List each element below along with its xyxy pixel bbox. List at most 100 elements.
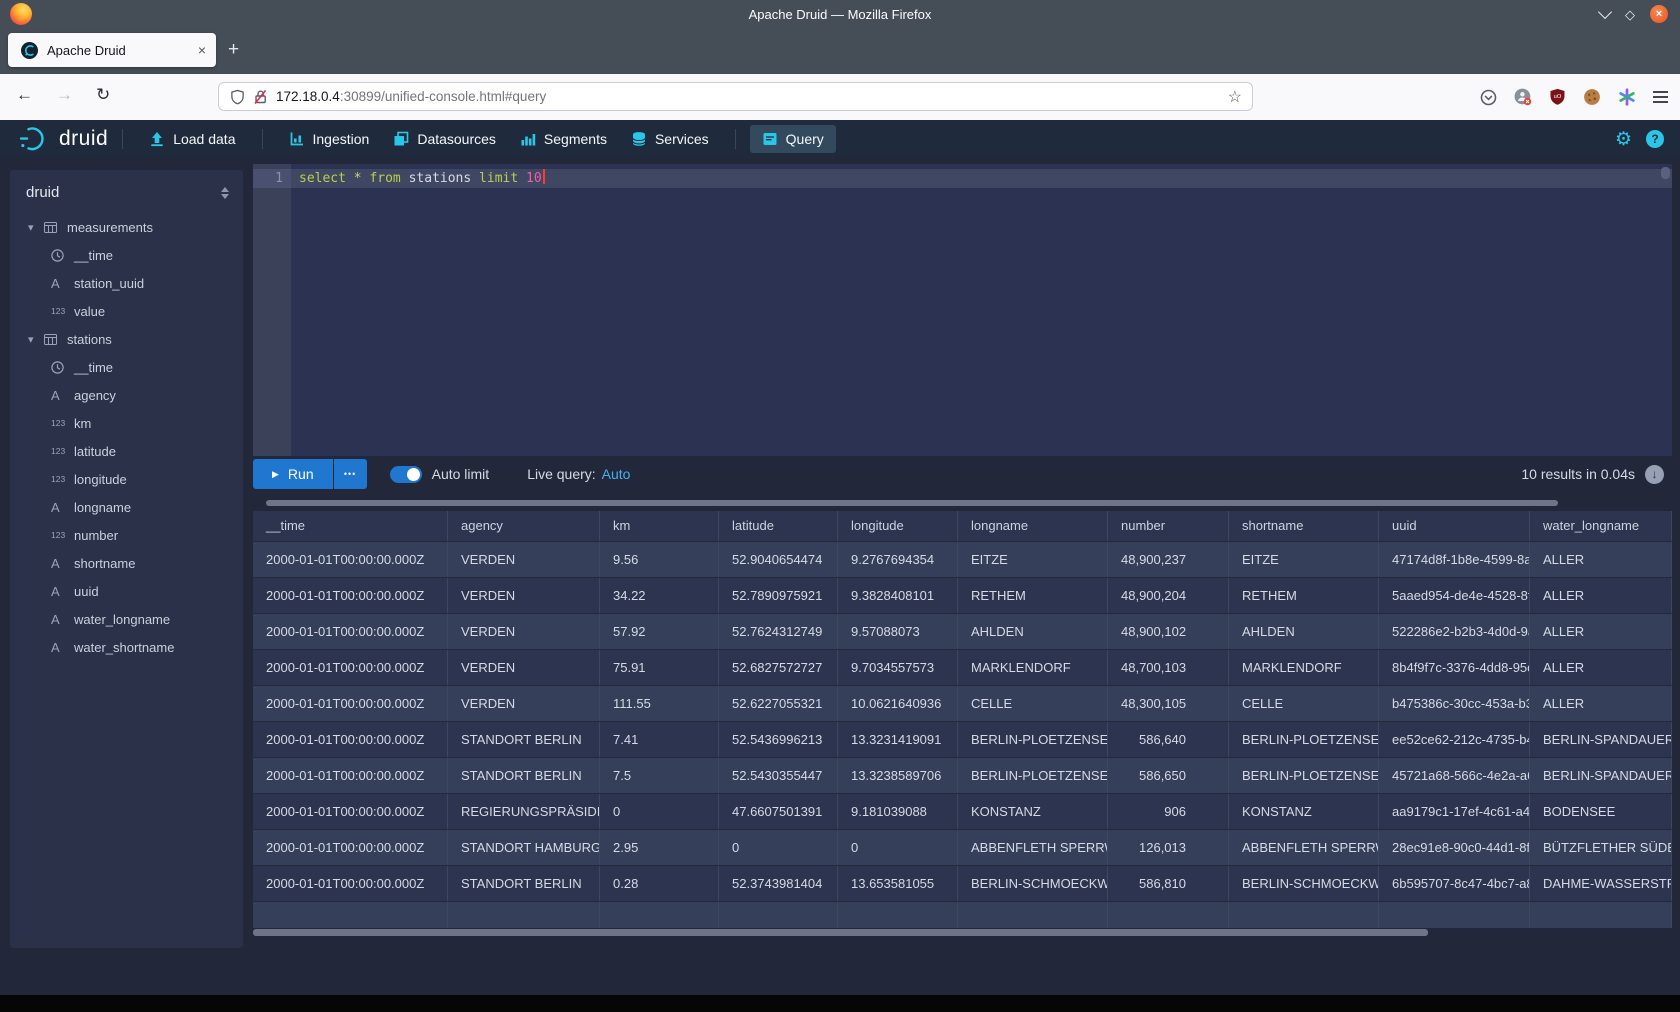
insecure-lock-icon[interactable] <box>253 89 268 105</box>
cell-shortname[interactable]: CELLE <box>1229 686 1379 721</box>
nav-item-segments[interactable]: Segments <box>508 125 619 153</box>
cell-__time[interactable]: 2000-01-01T00:00:00.000Z <box>253 686 448 721</box>
cell-shortname[interactable]: EITZE <box>1229 542 1379 577</box>
cell-km[interactable]: 2.95 <box>600 830 719 865</box>
tab-close-icon[interactable]: × <box>198 42 206 58</box>
cell-latitude[interactable]: 52.5430355447 <box>719 758 838 793</box>
tree-column-km[interactable]: 123km <box>10 409 243 437</box>
cell-longname[interactable]: BERLIN-SCHMOECKWITZ <box>958 866 1108 901</box>
results-hscrollbar-top-thumb[interactable] <box>266 500 1558 506</box>
pocket-icon[interactable] <box>1480 89 1497 106</box>
shield-icon[interactable] <box>230 89 245 105</box>
tree-column-longname[interactable]: Alongname <box>10 493 243 521</box>
cell-latitude[interactable]: 52.3743981404 <box>719 866 838 901</box>
cell-shortname[interactable]: RETHEM <box>1229 578 1379 613</box>
cell-number[interactable]: 586,640 <box>1108 722 1229 757</box>
cell-shortname[interactable]: MARKLENDORF <box>1229 650 1379 685</box>
tree-column-agency[interactable]: Aagency <box>10 381 243 409</box>
cell-latitude[interactable]: 52.6227055321 <box>719 686 838 721</box>
tree-table-measurements[interactable]: ▾measurements <box>10 213 243 241</box>
cell-latitude[interactable]: 52.5436996213 <box>719 722 838 757</box>
cell-uuid[interactable]: ee52ce62-212c-4735-b4 <box>1379 722 1530 757</box>
forward-button[interactable]: → <box>56 85 73 105</box>
cell-uuid[interactable]: 47174d8f-1b8e-4599-8a <box>1379 542 1530 577</box>
cell-longitude[interactable]: 13.3231419091 <box>838 722 958 757</box>
cell-longitude[interactable]: 10.0621640936 <box>838 686 958 721</box>
tree-column-value[interactable]: 123value <box>10 297 243 325</box>
cell-uuid[interactable]: 28ec91e8-90c0-44d1-8fc <box>1379 830 1530 865</box>
cell-longname[interactable]: AHLDEN <box>958 614 1108 649</box>
cell-shortname[interactable]: ABBENFLETH SPERRWER <box>1229 830 1379 865</box>
gear-icon[interactable]: ⚙ <box>1615 130 1632 149</box>
cell-km[interactable]: 57.92 <box>600 614 719 649</box>
cell-uuid[interactable]: b475386c-30cc-453a-b3 <box>1379 686 1530 721</box>
tree-table-stations[interactable]: ▾stations <box>10 325 243 353</box>
help-icon[interactable]: ? <box>1646 130 1664 148</box>
run-button[interactable]: ▶ Run <box>253 459 333 489</box>
tree-column-shortname[interactable]: Ashortname <box>10 549 243 577</box>
container-account-icon[interactable] <box>1514 88 1532 106</box>
live-query-value[interactable]: Auto <box>602 466 631 482</box>
cell-agency[interactable]: STANDORT BERLIN <box>448 866 600 901</box>
column-header-longitude[interactable]: longitude <box>838 511 958 541</box>
cell-longname[interactable]: KONSTANZ <box>958 794 1108 829</box>
column-header-__time[interactable]: __time <box>253 511 448 541</box>
cell-longitude[interactable]: 9.7034557573 <box>838 650 958 685</box>
cell-uuid[interactable]: 6b595707-8c47-4bc7-a8 <box>1379 866 1530 901</box>
cell-__time[interactable]: 2000-01-01T00:00:00.000Z <box>253 542 448 577</box>
cell-agency[interactable]: STANDORT HAMBURG <box>448 830 600 865</box>
cell-__time[interactable]: 2000-01-01T00:00:00.000Z <box>253 866 448 901</box>
cell-shortname[interactable]: KONSTANZ <box>1229 794 1379 829</box>
results-hscrollbar-bottom-thumb[interactable] <box>253 929 1428 936</box>
cell-agency[interactable]: REGIERUNGSPRÄSIDIUM <box>448 794 600 829</box>
tree-column-water_shortname[interactable]: Awater_shortname <box>10 633 243 661</box>
cell-uuid[interactable]: 522286e2-b2b3-4d0d-9a <box>1379 614 1530 649</box>
browser-tab[interactable]: Apache Druid × <box>8 33 216 67</box>
cell-number[interactable]: 48,900,204 <box>1108 578 1229 613</box>
cell-longitude[interactable]: 9.181039088 <box>838 794 958 829</box>
cell-uuid[interactable]: aa9179c1-17ef-4c61-a48 <box>1379 794 1530 829</box>
cell-longname[interactable]: EITZE <box>958 542 1108 577</box>
cell-longitude[interactable]: 13.3238589706 <box>838 758 958 793</box>
cell-km[interactable]: 34.22 <box>600 578 719 613</box>
sort-icon[interactable] <box>221 187 229 199</box>
cell-water_longname[interactable]: BERLIN-SPANDAUER-S <box>1530 722 1672 757</box>
cookie-icon[interactable] <box>1583 88 1601 106</box>
url-bar[interactable]: 172.18.0.4:30899/unified-console.html#qu… <box>218 82 1253 111</box>
cell-number[interactable]: 48,900,102 <box>1108 614 1229 649</box>
cell-latitude[interactable]: 52.7890975921 <box>719 578 838 613</box>
column-header-number[interactable]: number <box>1108 511 1229 541</box>
cell-longname[interactable]: CELLE <box>958 686 1108 721</box>
cell-longname[interactable]: BERLIN-PLOETZENSEE U <box>958 758 1108 793</box>
editor-vscrollbar-thumb[interactable] <box>1661 167 1670 179</box>
column-header-longname[interactable]: longname <box>958 511 1108 541</box>
cell-agency[interactable]: VERDEN <box>448 614 600 649</box>
column-header-km[interactable]: km <box>600 511 719 541</box>
column-header-uuid[interactable]: uuid <box>1379 511 1530 541</box>
url-text[interactable]: 172.18.0.4:30899/unified-console.html#qu… <box>276 89 1228 104</box>
cell-water_longname[interactable]: ALLER <box>1530 686 1672 721</box>
cell-agency[interactable]: STANDORT BERLIN <box>448 722 600 757</box>
new-tab-button[interactable]: + <box>228 38 239 62</box>
cell-__time[interactable]: 2000-01-01T00:00:00.000Z <box>253 614 448 649</box>
cell-number[interactable]: 48,700,103 <box>1108 650 1229 685</box>
cell-agency[interactable]: VERDEN <box>448 542 600 577</box>
menu-button[interactable] <box>1653 88 1668 106</box>
cell-number[interactable]: 48,900,237 <box>1108 542 1229 577</box>
cell-latitude[interactable]: 0 <box>719 830 838 865</box>
cell-number[interactable]: 586,810 <box>1108 866 1229 901</box>
extension-asterisk-icon[interactable] <box>1618 88 1636 106</box>
cell-number[interactable]: 126,013 <box>1108 830 1229 865</box>
cell-longitude[interactable]: 9.57088073 <box>838 614 958 649</box>
nav-item-services[interactable]: Services <box>619 125 721 153</box>
column-header-water_longname[interactable]: water_longname <box>1530 511 1672 541</box>
cell-agency[interactable]: VERDEN <box>448 650 600 685</box>
cell-shortname[interactable]: AHLDEN <box>1229 614 1379 649</box>
nav-item-query[interactable]: Query <box>750 125 836 153</box>
cell-__time[interactable]: 2000-01-01T00:00:00.000Z <box>253 650 448 685</box>
bookmark-star-icon[interactable]: ☆ <box>1228 87 1242 107</box>
cell-longitude[interactable]: 9.3828408101 <box>838 578 958 613</box>
cell-longitude[interactable]: 9.2767694354 <box>838 542 958 577</box>
minimize-button[interactable] <box>1598 4 1612 18</box>
cell-__time[interactable]: 2000-01-01T00:00:00.000Z <box>253 578 448 613</box>
